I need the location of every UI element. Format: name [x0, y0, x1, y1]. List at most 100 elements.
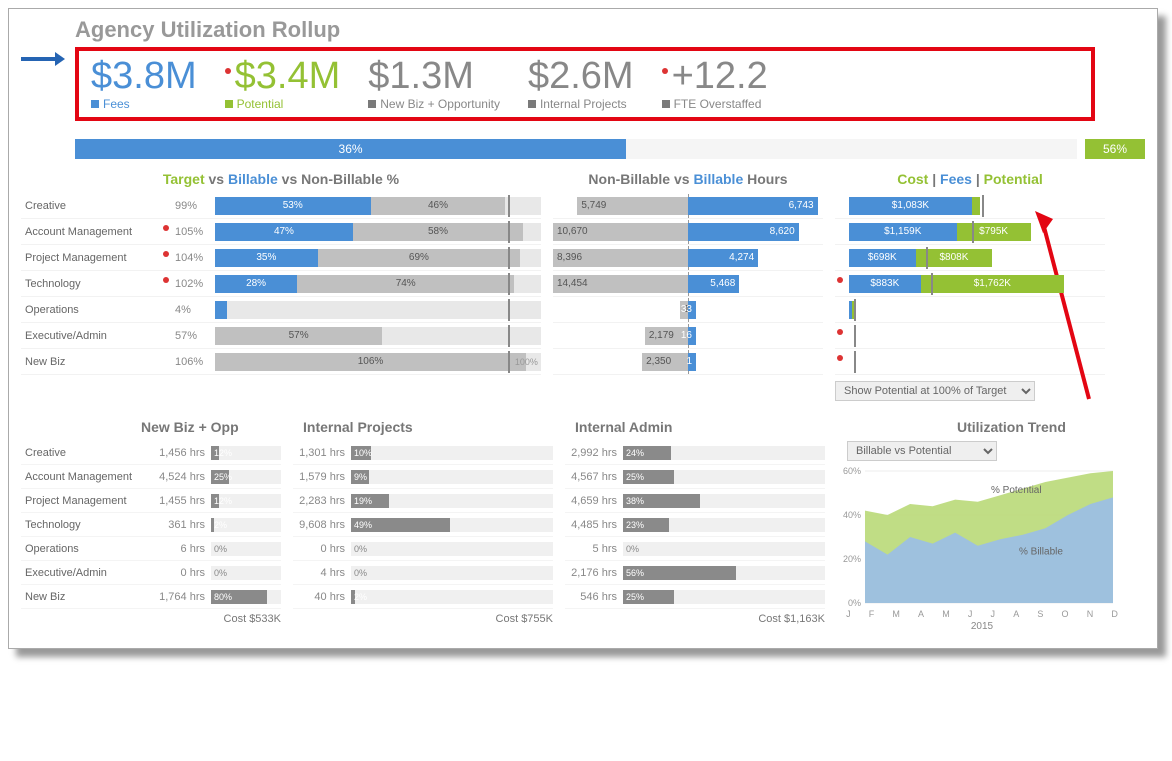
nonbillable-segment: 2,350 [642, 353, 688, 371]
pct-fill: 2% [351, 590, 355, 604]
panel-utilization-trend: Utilization Trend Billable vs Potential … [837, 419, 1127, 632]
month-tick: D [1111, 609, 1118, 619]
hours-value: 1,579 hrs [293, 471, 351, 483]
table-row: 0 hrs 0% [293, 537, 553, 561]
category-label: Creative [21, 200, 161, 212]
dashboard-frame: Agency Utilization Rollup $3.8M Fees$3.4… [8, 8, 1158, 649]
pct-bar: 0% [351, 542, 553, 556]
month-tick: J [968, 609, 973, 619]
word-billable: Billable [228, 171, 278, 187]
stacked-bar [849, 301, 1105, 319]
alert-dot-icon [225, 68, 231, 74]
category-label: Project Management [21, 252, 161, 264]
target-marker-icon [508, 325, 510, 347]
alert-dot-icon [835, 277, 849, 291]
overall-progress: 36% 56% [75, 139, 1145, 159]
trend-dropdown[interactable]: Billable vs Potential [847, 441, 997, 461]
billable-segment: 8,620 [688, 223, 799, 241]
target-marker-icon [508, 221, 510, 243]
kpi-4: +12.2 FTE Overstaffed [662, 57, 768, 111]
billable-segment: 28% [215, 275, 297, 293]
nonbillable-segment: 57% [215, 327, 382, 345]
pct-label: 0% [211, 542, 227, 556]
cost-marker-icon [972, 221, 974, 243]
table-row: Creative 1,456 hrs 12% [21, 441, 281, 465]
table-row: 4 hrs 0% [293, 561, 553, 585]
cost-marker-icon [854, 351, 856, 373]
hours-value: 1,764 hrs [153, 591, 211, 603]
table-row: Operations 6 hrs 0% [21, 537, 281, 561]
hours-value: 2,176 hrs [565, 567, 623, 579]
kpi-value: $1.3M [368, 57, 500, 95]
cost-total: Cost $533K [21, 613, 281, 625]
panel-cost-fees-potential: Cost | Fees | Potential $1,083K $1,159K … [835, 171, 1105, 401]
legend-square-icon [528, 100, 536, 108]
billable-progress-bar: 36% [75, 139, 1077, 159]
pct-bar: 10% [351, 446, 553, 460]
fees-segment: $1,159K [849, 223, 957, 241]
billable-segment: 16 [688, 327, 696, 345]
pct-bar: 12% [211, 446, 281, 460]
pct-bar: 25% [211, 470, 281, 484]
table-row: New Biz 106% 106% 100% [21, 349, 541, 375]
table-row: New Biz 1,764 hrs 80% [21, 585, 281, 609]
cost-marker-icon [982, 195, 984, 217]
target-value: 104% [175, 252, 215, 264]
target-value: 99% [175, 200, 215, 212]
billable-segment: 33 [688, 301, 696, 319]
nonbillable-segment: 69% [318, 249, 520, 267]
diverging-bar: 2,350 1 [553, 353, 823, 371]
pct-label: 0% [351, 566, 367, 580]
hours-value: 4,485 hrs [565, 519, 623, 531]
panel-target-vs-billable: Target vs Billable vs Non-Billable % Cre… [21, 171, 541, 401]
panel-internal-projects: Internal Projects 1,301 hrs 10% 1,579 hr… [293, 419, 553, 632]
table-row: Account Management 4,524 hrs 25% [21, 465, 281, 489]
table-row: 2,179 16 [553, 323, 823, 349]
alert-dot-icon [662, 68, 668, 74]
billable-progress-fill: 36% [75, 139, 626, 159]
panel-nonbillable-vs-billable-hours: Non-Billable vs Billable Hours 5,749 6,7… [553, 171, 823, 401]
pct-bar: 23% [623, 518, 825, 532]
pct-bar: 0% [623, 542, 825, 556]
table-row: 4,567 hrs 25% [565, 465, 825, 489]
pct-fill: 49% [351, 518, 450, 532]
diverging-bar: 5,749 6,743 [553, 197, 823, 215]
category-label: Technology [21, 519, 153, 531]
table-row: 9,608 hrs 49% [293, 513, 553, 537]
target-marker-icon [508, 273, 510, 295]
month-tick: F [869, 609, 875, 619]
stacked-bar [849, 327, 1105, 345]
billable-segment: 53% [215, 197, 371, 215]
category-label: Account Management [21, 471, 153, 483]
alert-dot-icon [835, 329, 849, 343]
month-tick: J [846, 609, 851, 619]
target-marker-icon [508, 195, 510, 217]
potential-dropdown[interactable]: Show Potential at 100% of Target [835, 381, 1035, 401]
hours-value: 4,659 hrs [565, 495, 623, 507]
target-marker-icon [508, 351, 510, 373]
kpi-value: +12.2 [662, 57, 768, 95]
page-title: Agency Utilization Rollup [75, 17, 1145, 43]
stacked-bar: 106% 100% [215, 353, 541, 371]
category-label: Project Management [21, 495, 153, 507]
hours-value: 0 hrs [293, 543, 351, 555]
stacked-bar [849, 353, 1105, 371]
pct-bar: 12% [211, 494, 281, 508]
target-progress-box: 56% [1085, 139, 1145, 159]
diverging-bar: 10,670 8,620 [553, 223, 823, 241]
legend-square-icon [91, 100, 99, 108]
hours-value: 4 hrs [293, 567, 351, 579]
kpi-label: FTE Overstaffed [662, 97, 768, 111]
table-row: 2,176 hrs 56% [565, 561, 825, 585]
category-label: Creative [21, 447, 153, 459]
table-row: Technology 102% 28% 74% [21, 271, 541, 297]
kpi-3: $2.6M Internal Projects [528, 57, 634, 111]
svg-text:20%: 20% [843, 554, 861, 564]
table-row: Operations 4% [21, 297, 541, 323]
pct-bar: 9% [351, 470, 553, 484]
trend-year: 2015 [837, 621, 1127, 632]
target-marker-icon [508, 247, 510, 269]
hours-value: 6 hrs [153, 543, 211, 555]
kpi-label: New Biz + Opportunity [368, 97, 500, 111]
table-row: 14,454 5,468 [553, 271, 823, 297]
